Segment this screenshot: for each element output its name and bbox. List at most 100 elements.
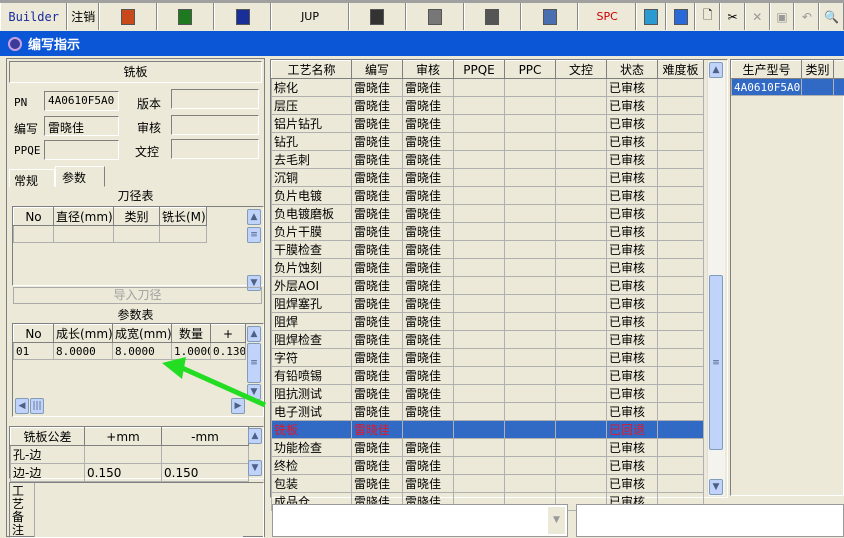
import-tool-button[interactable]: 导入刀径 [13, 287, 262, 304]
table-cell: 雷晓佳 [403, 475, 454, 493]
column-header[interactable]: No [14, 208, 54, 226]
remarks-textarea[interactable] [34, 483, 243, 537]
table-row[interactable]: 阻焊检查雷晓佳雷晓佳已审核 [272, 331, 704, 349]
column-header[interactable]: 数量 [172, 325, 211, 343]
table-cell [556, 187, 607, 205]
table-row[interactable]: 负片干膜雷晓佳雷晓佳已审核 [272, 223, 704, 241]
table-row[interactable]: 孔-边 [11, 446, 249, 464]
table-row[interactable]: 阻焊塞孔雷晓佳雷晓佳已审核 [272, 295, 704, 313]
table-row[interactable]: 字符雷晓佳雷晓佳已审核 [272, 349, 704, 367]
table-row[interactable]: 负片蚀刻雷晓佳雷晓佳已审核 [272, 259, 704, 277]
table-row[interactable]: 沉铜雷晓佳雷晓佳已审核 [272, 169, 704, 187]
bottom-combo[interactable]: ▼ [272, 504, 568, 537]
bottom-text-field[interactable] [576, 504, 844, 537]
table-cell [505, 223, 556, 241]
table-row[interactable]: 有铅喷锡雷晓佳雷晓佳已审核 [272, 367, 704, 385]
table-row[interactable]: 棕化雷晓佳雷晓佳已审核 [272, 79, 704, 97]
table-row[interactable] [14, 226, 207, 243]
toolbar-button-undo[interactable]: ↶ [794, 3, 819, 30]
pn-field[interactable]: 4A0610F5A0 [44, 91, 119, 111]
table-row[interactable]: 4A0610F5A0 [732, 79, 844, 96]
toolbar-button-tools[interactable] [464, 3, 521, 30]
column-header[interactable]: 类别 [802, 61, 834, 79]
table-cell [454, 277, 505, 295]
table-row[interactable]: 边-边0.1500.150 [11, 464, 249, 482]
tolerance-scrollbar[interactable]: ▲▼ [248, 428, 262, 476]
toolbar-button-computer[interactable] [521, 3, 578, 30]
table-row[interactable]: 铣板雷晓佳已回退 [272, 421, 704, 439]
table-row[interactable]: 电子测试雷晓佳雷晓佳已审核 [272, 403, 704, 421]
toolbar-button-delete[interactable]: ✕ [745, 3, 770, 30]
table-row[interactable]: 功能检查雷晓佳雷晓佳已审核 [272, 439, 704, 457]
tab-params[interactable]: 参数 [55, 166, 105, 187]
toolbar-button-cut[interactable]: ✂ [720, 3, 745, 30]
toolbar-button-excel[interactable] [157, 3, 214, 30]
toolbar-button-builder[interactable]: Builder [0, 3, 67, 30]
table-cell [556, 133, 607, 151]
column-header[interactable]: 难度板 [658, 61, 704, 79]
review-field[interactable] [171, 115, 259, 135]
column-header[interactable]: 工艺名称 [272, 61, 352, 79]
table-row[interactable]: 阻焊雷晓佳雷晓佳已审核 [272, 313, 704, 331]
process-table-scrollbar[interactable]: ▲ ≡ ▼ [707, 61, 725, 496]
toolbar-button-database[interactable] [406, 3, 463, 30]
table-cell [505, 295, 556, 313]
table-row[interactable]: 负片电镀雷晓佳雷晓佳已审核 [272, 187, 704, 205]
column-header[interactable]: S [834, 61, 844, 79]
toolbar-button-preview[interactable]: 🔍 [819, 3, 844, 30]
table-row[interactable]: 外层AOI雷晓佳雷晓佳已审核 [272, 277, 704, 295]
column-header[interactable]: 审核 [403, 61, 454, 79]
column-header[interactable]: 类别 [114, 208, 160, 226]
table-cell: 负片蚀刻 [272, 259, 352, 277]
table-row[interactable]: 阻抗测试雷晓佳雷晓佳已审核 [272, 385, 704, 403]
toolbar-button-save[interactable]: ▣ [770, 3, 795, 30]
column-header[interactable]: PPC [505, 61, 556, 79]
column-header[interactable]: 直径(mm) [54, 208, 114, 226]
tool-table: No直径(mm)类别铣长(M) ▲≡▼ [12, 206, 264, 286]
ppqe-field[interactable] [44, 140, 119, 160]
toolbar-button-new[interactable]: 🗋 [695, 3, 720, 30]
table-row[interactable]: 负电镀磨板雷晓佳雷晓佳已审核 [272, 205, 704, 223]
toolbar-button-ie[interactable] [666, 3, 696, 30]
doc-control-field[interactable] [171, 139, 259, 159]
table-row[interactable]: 干膜检查雷晓佳雷晓佳已审核 [272, 241, 704, 259]
writer-field[interactable]: 雷晓佳 [44, 116, 119, 136]
version-field[interactable] [171, 89, 259, 109]
tool-table-scrollbar[interactable]: ▲≡▼ [247, 209, 261, 291]
column-header[interactable]: 铣板公差 [11, 428, 85, 446]
toolbar-button-jup[interactable]: JUP [271, 3, 348, 30]
table-row[interactable]: 铝片钻孔雷晓佳雷晓佳已审核 [272, 115, 704, 133]
toolbar-button-logout[interactable]: 注销 [67, 3, 99, 30]
toolbar-button-label: SPC [597, 10, 618, 23]
column-header[interactable]: 铣长(M) [160, 208, 207, 226]
toolbar-button-refresh[interactable] [636, 3, 666, 30]
toolbar-button-spc[interactable]: SPC [578, 3, 635, 30]
table-row[interactable]: 层压雷晓佳雷晓佳已审核 [272, 97, 704, 115]
column-header[interactable]: 生产型号 [732, 61, 802, 79]
column-header[interactable]: 成宽(mm) [113, 325, 172, 343]
table-cell: 雷晓佳 [352, 439, 403, 457]
column-header[interactable]: 编写 [352, 61, 403, 79]
column-header[interactable]: No [14, 325, 54, 343]
table-row[interactable]: 去毛刺雷晓佳雷晓佳已审核 [272, 151, 704, 169]
chevron-down-icon[interactable]: ▼ [548, 507, 565, 534]
column-header[interactable]: 文控 [556, 61, 607, 79]
column-header[interactable]: +mm [85, 428, 162, 446]
column-header[interactable]: PPQE [454, 61, 505, 79]
table-row[interactable]: 钻孔雷晓佳雷晓佳已审核 [272, 133, 704, 151]
column-header[interactable]: 状态 [607, 61, 658, 79]
column-header[interactable]: -mm [162, 428, 249, 446]
toolbar-button-eye[interactable] [349, 3, 406, 30]
table-row[interactable]: 包装雷晓佳雷晓佳已审核 [272, 475, 704, 493]
table-cell [505, 367, 556, 385]
table-row[interactable]: 终检雷晓佳雷晓佳已审核 [272, 457, 704, 475]
table-cell: 沉铜 [272, 169, 352, 187]
table-cell: 雷晓佳 [352, 457, 403, 475]
table-cell [454, 205, 505, 223]
column-header[interactable]: + [211, 325, 246, 343]
toolbar-button-word[interactable] [214, 3, 271, 30]
tab-general[interactable]: 常规 [9, 169, 55, 187]
table-cell: 0.150 [85, 464, 162, 482]
toolbar-button-powerpoint[interactable] [99, 3, 156, 30]
column-header[interactable]: 成长(mm) [54, 325, 113, 343]
